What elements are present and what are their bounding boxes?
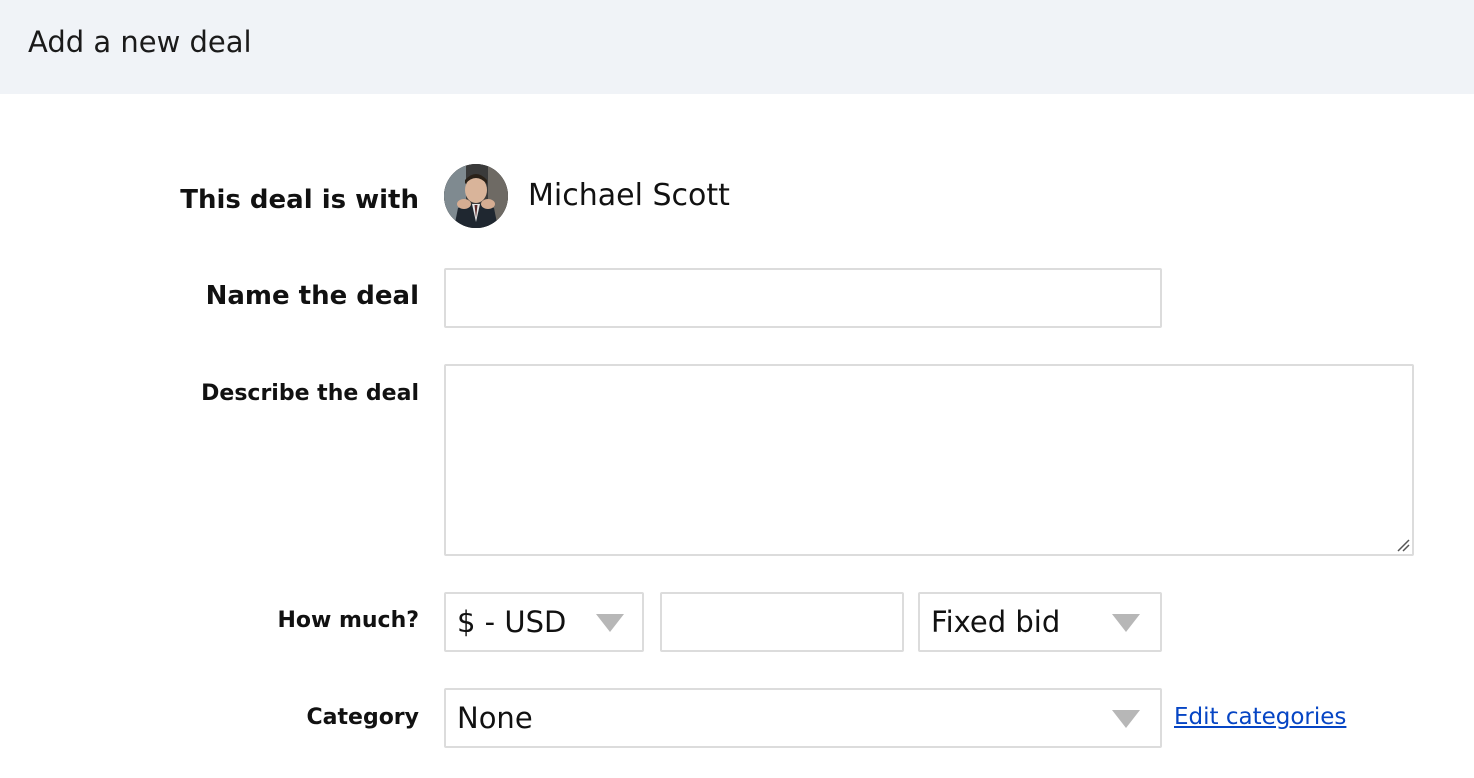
deal-description-textarea[interactable] (444, 364, 1414, 556)
category-value: None (457, 701, 533, 735)
deal-name-label: Name the deal (205, 281, 419, 311)
amount-input[interactable] (660, 592, 904, 652)
deal-with-label: This deal is with (180, 185, 419, 215)
bid-type-value: Fixed bid (931, 605, 1061, 639)
chevron-down-icon (596, 614, 624, 632)
bid-type-select[interactable]: Fixed bid (918, 592, 1162, 652)
currency-value: $ - USD (457, 605, 567, 639)
page-title: Add a new deal (28, 25, 252, 59)
contact-name[interactable]: Michael Scott (528, 176, 730, 216)
contact-avatar (444, 164, 508, 228)
category-label: Category (306, 705, 419, 730)
page-header: Add a new deal (0, 0, 1474, 94)
chevron-down-icon (1112, 710, 1140, 728)
currency-select[interactable]: $ - USD (444, 592, 644, 652)
deal-description-label: Describe the deal (201, 381, 419, 406)
edit-categories-link[interactable]: Edit categories (1174, 702, 1346, 732)
deal-name-input[interactable] (444, 268, 1162, 328)
category-select[interactable]: None (444, 688, 1162, 748)
amount-label: How much? (277, 608, 419, 633)
chevron-down-icon (1112, 614, 1140, 632)
contact-photo-icon (444, 164, 508, 228)
resize-handle-icon[interactable] (1396, 538, 1410, 552)
